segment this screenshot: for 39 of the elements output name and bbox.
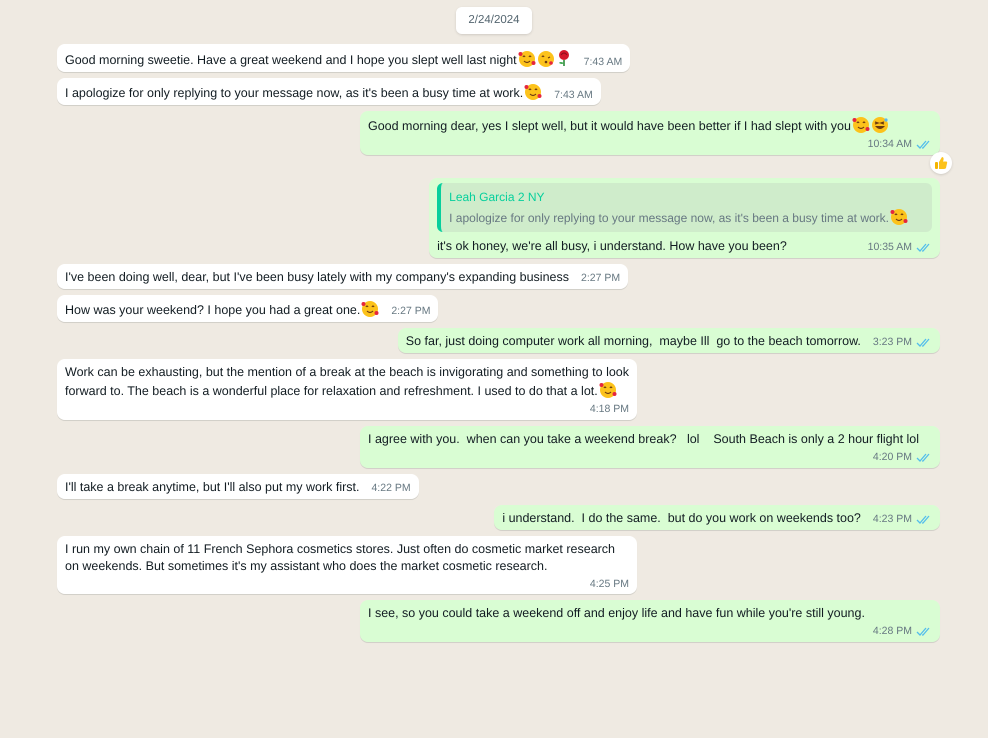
smiling-face-hearts-icon: [598, 381, 617, 399]
message-time: 2:27 PM: [581, 271, 620, 286]
smiling-face-hearts-icon: [524, 83, 542, 102]
message-time: 7:43 AM: [554, 88, 593, 102]
kissing-face-icon: [536, 50, 555, 68]
message-text: Good morning sweetie. Have a great weekend and I hope you slept well last night: [65, 49, 572, 70]
message-time: 7:43 AM: [584, 54, 622, 70]
message-text: I've been doing well, dear, but I've been busy lately with my company's expanding business: [65, 269, 569, 286]
message-text: I agree with you. when can you take a weekend break? lol South Beach is only a 2 hour flight lol: [368, 430, 920, 448]
message-text: it's ok honey, we're all busy, i understand. How have you been?: [437, 238, 787, 255]
reaction-badge[interactable]: [930, 152, 952, 174]
message-time: 3:23 PM: [872, 335, 912, 350]
message-text: So far, just doing computer work all morning, maybe Ill go to the beach tomorrow.: [406, 333, 861, 350]
message-time: 10:34 AM: [868, 137, 912, 152]
quoted-author: Leah Garcia 2 NY: [449, 189, 546, 206]
message-text: I see, so you could take a weekend off and enjoy life and have fun while you're still young.: [368, 605, 865, 622]
message-text: I'll take a break anytime, but I'll also put my work first.: [65, 478, 360, 496]
message-time: 10:35 AM: [868, 240, 912, 256]
laughing-face-icon: [870, 116, 889, 134]
message-time: 2:27 PM: [391, 304, 430, 320]
message-text: How was your weekend? I hope you had a great one.: [65, 300, 380, 319]
message-time: 4:22 PM: [371, 480, 411, 496]
message-text: I run my own chain of 11 French Sephora cosmetics stores. Just often do cosmetic market research on weekends. But sometimes it's my assistant who does the market cosmetic research.: [65, 540, 616, 574]
message-text: Good morning dear, yes I slept well, but it would have been better if I had slept with you: [368, 116, 889, 136]
message-time: 4:18 PM: [590, 402, 629, 417]
message-time: 4:28 PM: [872, 624, 912, 640]
smiling-face-hearts-icon: [852, 116, 870, 134]
message-text: i understand. I do the same. but do you work on weekends too?: [502, 510, 861, 526]
message-time: 4:25 PM: [590, 576, 629, 592]
quoted-text: I apologize for only replying to your message now, as it's been a busy time at work.: [449, 208, 924, 227]
message-text: Work can be exhausting, but the mention of a break at the beach is invigorating and something to look forward to. The beach is a wonderful place for relaxation and refreshment. I used to do that a lot.: [65, 364, 629, 400]
thumbs-up-icon: [934, 156, 948, 170]
message-time: 4:23 PM: [872, 512, 912, 527]
message-text: I apologize for only replying to your message now, as it's been a busy time at work.: [65, 83, 542, 102]
smiling-face-hearts-icon: [890, 208, 908, 226]
smiling-face-hearts-icon: [361, 300, 380, 318]
smiling-face-hearts-icon: [518, 50, 536, 68]
message-time: 4:20 PM: [872, 450, 912, 465]
date-chip: 2/24/2024: [456, 7, 532, 34]
